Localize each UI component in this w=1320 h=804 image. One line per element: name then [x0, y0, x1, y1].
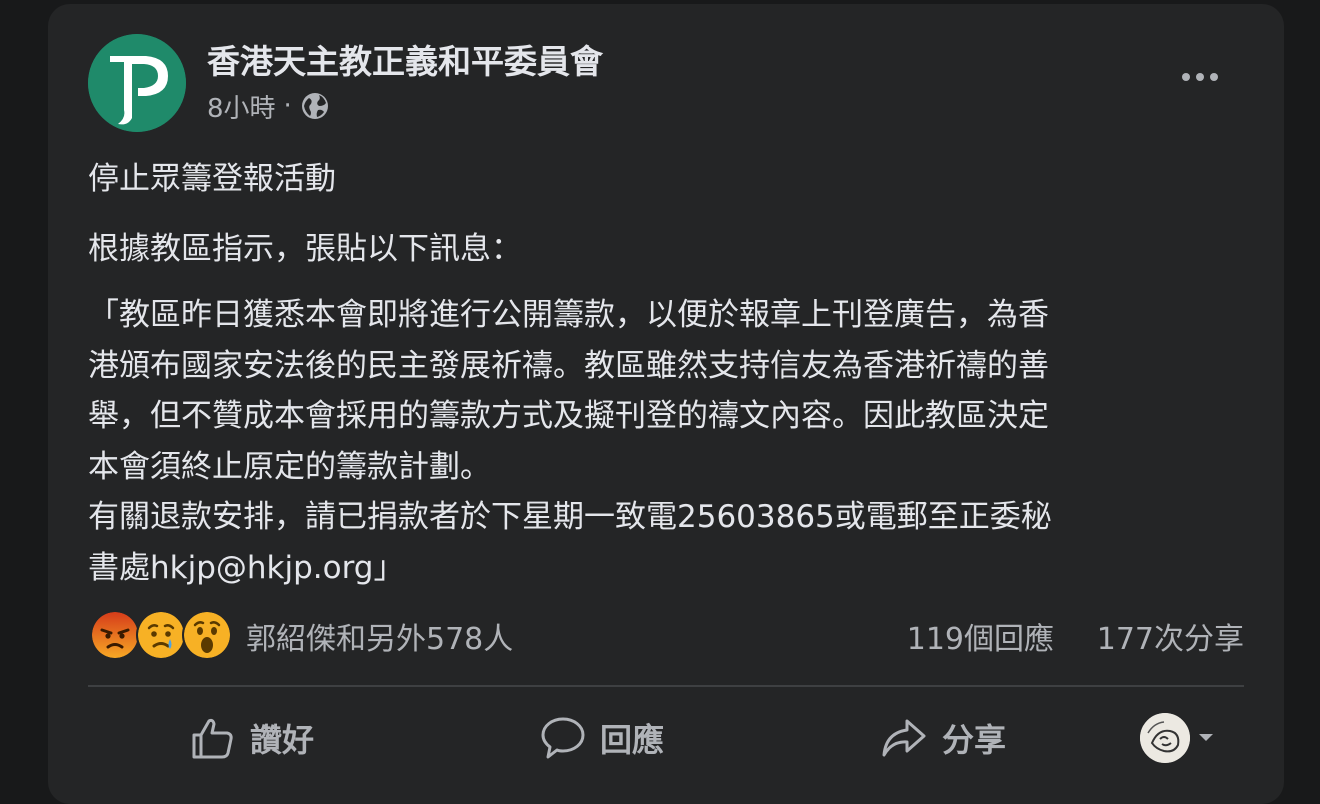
share-label: 分享 — [942, 721, 1007, 759]
post-quote: 「教區昨日獲悉本會即將進行公開籌款，以便於報章上刊登廣告，為香 港頒布國家安法後… — [88, 290, 1248, 593]
page-name[interactable]: 香港天主教正義和平委員會 — [207, 35, 603, 83]
page-logo-icon — [88, 34, 186, 132]
angry-reaction-icon — [90, 610, 140, 660]
page-avatar[interactable] — [88, 34, 186, 132]
quote-line: 舉，但不贊成本會採用的籌款方式及擬刊登的禱文內容。因此教區決定 — [88, 398, 1049, 434]
more-options-icon — [1196, 73, 1204, 81]
post-intro: 根據教區指示，張貼以下訊息： — [88, 231, 522, 267]
quote-line: 港頒布國家安法後的民主發展祈禱。教區雖然支持信友為香港祈禱的善 — [88, 347, 1049, 384]
comment-button[interactable]: 回應 — [540, 708, 664, 768]
like-button[interactable]: 讚好 — [190, 708, 314, 768]
meta-separator: · — [283, 91, 292, 121]
reactions-bar: 郭紹傑和另外578人 119個回應 177次分享 — [88, 608, 1244, 660]
comments-count[interactable]: 119個回應 — [907, 614, 1054, 658]
share-arrow-icon — [882, 719, 926, 757]
actions-divider — [88, 685, 1244, 687]
chevron-down-icon — [1199, 734, 1213, 741]
quote-line: 「教區昨日獲悉本會即將進行公開籌款，以便於報章上刊登廣告，為香 — [88, 297, 1049, 333]
more-options-icon — [1182, 73, 1190, 81]
comment-icon — [541, 717, 585, 759]
quote-line: 有關退款安排，請已捐款者於下星期一致電25603865或電郵至正委秘 — [88, 499, 1052, 535]
thumbs-up-icon — [192, 718, 233, 759]
reaction-profile-switcher[interactable] — [1140, 712, 1216, 764]
quote-line: 書處hkjp@hkjp.org」 — [88, 549, 405, 586]
sad-reaction-icon — [136, 610, 186, 660]
user-avatar-image — [1140, 713, 1190, 763]
post-meta: 8小時 · — [207, 88, 330, 124]
comment-label: 回應 — [600, 721, 665, 759]
like-label: 讚好 — [250, 721, 315, 759]
wow-reaction-icon — [182, 610, 232, 660]
reaction-summary[interactable]: 郭紹傑和另外578人 — [246, 614, 513, 658]
quote-line: 本會須終止原定的籌款計劃￼￼。 — [88, 448, 491, 485]
shares-count[interactable]: 177次分享 — [1097, 614, 1244, 658]
globe-icon — [301, 93, 328, 119]
reaction-icons[interactable] — [90, 610, 240, 660]
post-heading: 停止眾籌登報活動 — [88, 161, 336, 197]
more-options-icon — [1210, 73, 1218, 81]
share-button[interactable]: 分享 — [880, 708, 1006, 768]
more-options-button[interactable] — [1176, 62, 1224, 92]
post-timestamp[interactable]: 8小時 — [207, 88, 276, 125]
user-avatar — [1140, 713, 1190, 763]
